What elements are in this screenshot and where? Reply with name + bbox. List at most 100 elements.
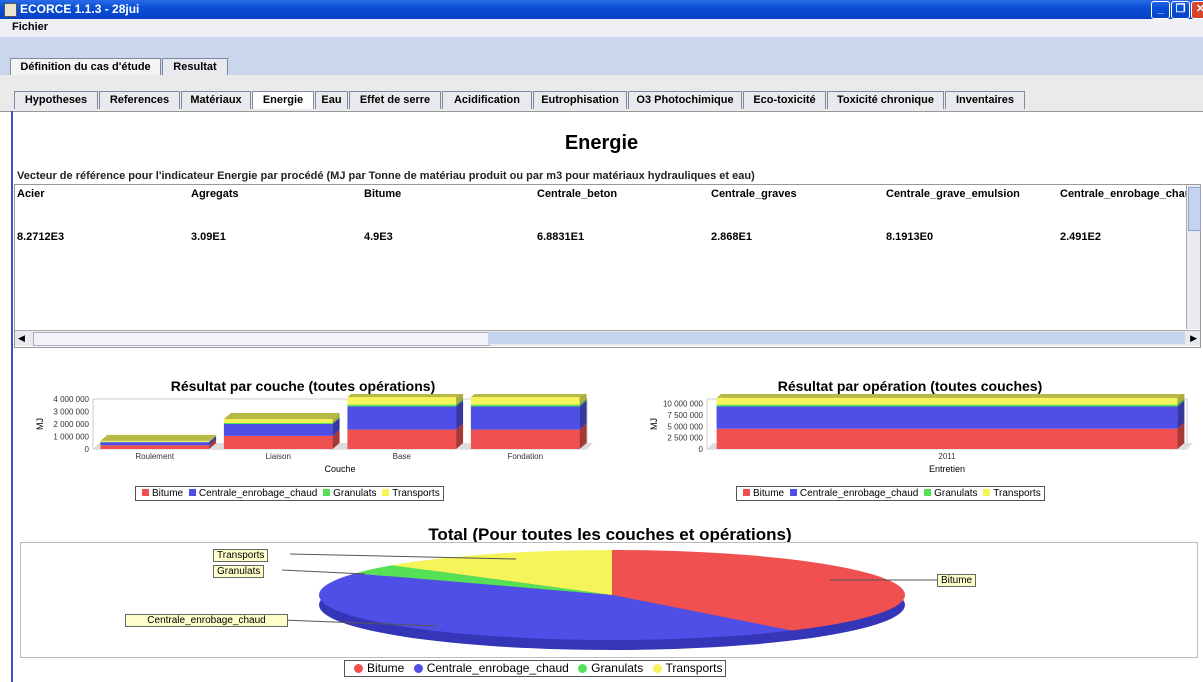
bar-top (223, 413, 340, 419)
legend-swatch (142, 489, 149, 496)
callout-centrale: Centrale_enrobage_chaud (125, 614, 288, 627)
tab-materiaux[interactable]: Matériaux (181, 91, 251, 109)
table-cell[interactable]: 2.868E1 (711, 231, 752, 243)
bar-top (470, 394, 584, 398)
left-border (11, 111, 13, 682)
tab-eco-toxicite[interactable]: Eco-toxicité (743, 91, 826, 109)
legend-swatch (578, 664, 588, 673)
legend-label: Transports (993, 488, 1041, 499)
tab-eutrophisation[interactable]: Eutrophisation (533, 91, 627, 109)
y-tick-label: 0 (85, 445, 90, 454)
bar-segment (223, 419, 333, 423)
reference-table[interactable]: Acier Agregats Bitume Centrale_beton Cen… (14, 184, 1201, 348)
bar-segment (716, 406, 1178, 429)
chart-operation: 10 000 000 7 500 000 5 000 000 2 500 000 0 MJ… (649, 394, 1193, 474)
x-tick-label: Fondation (507, 452, 543, 461)
legend-label: Granulats (591, 661, 644, 675)
table-cell[interactable]: 8.2712E3 (17, 231, 64, 243)
table-cell[interactable]: 3.09E1 (191, 231, 226, 243)
x-tick-label: Base (393, 452, 412, 461)
callout-granulats: Granulats (213, 565, 265, 578)
menu-bar: Fichier (0, 19, 1203, 37)
vertical-scrollbar[interactable] (1186, 185, 1201, 329)
indicator-tabs: Hypotheses References Matériaux Energie … (0, 75, 1203, 112)
column-header: Centrale_grave_emulsion (886, 188, 1020, 200)
table-cell[interactable]: 4.9E3 (364, 231, 393, 243)
chart-title-operation: Résultat par opération (toutes couches) (777, 378, 1043, 394)
tab-eau[interactable]: Eau (315, 91, 348, 109)
bar-segment (223, 423, 333, 424)
legend-operation: Bitume Centrale_enrobage_chaud Granulats… (736, 486, 1045, 501)
window-title-bar: ECORCE 1.1.3 - 28jui _ ❐ ✕ (0, 0, 1203, 19)
bar-segment (470, 429, 580, 449)
scroll-thumb[interactable] (33, 332, 490, 346)
tab-resultat[interactable]: Resultat (162, 58, 228, 76)
legend-swatch (382, 489, 390, 496)
tab-toxicite-chronique[interactable]: Toxicité chronique (827, 91, 944, 109)
close-icon[interactable]: ✕ (1191, 1, 1203, 19)
scroll-left-icon[interactable]: ◀ (18, 333, 25, 344)
legend-label: Bitume (367, 661, 405, 675)
table-cell[interactable]: 6.8831E1 (537, 231, 584, 243)
legend-label: Bitume (152, 488, 184, 499)
chart-title-couche: Résultat par couche (toutes opérations) (170, 378, 436, 394)
legend-label: Centrale_enrobage_chaud (198, 488, 318, 499)
tab-o3-photochimique[interactable]: O3 Photochimique (628, 91, 742, 109)
table-cell[interactable]: 8.1913E0 (886, 231, 933, 243)
bar-segment (347, 429, 457, 449)
tab-energie[interactable]: Energie (252, 91, 314, 109)
table-cell[interactable]: 2.491E2 (1060, 231, 1101, 243)
column-header: Centrale_beton (537, 188, 618, 200)
legend-swatch (789, 489, 797, 496)
bar-segment (100, 445, 210, 449)
bar-top (716, 394, 1182, 398)
tab-hypotheses[interactable]: Hypotheses (14, 91, 98, 109)
app-icon (4, 3, 17, 17)
y-tick-label: 3 000 000 (53, 408, 89, 417)
scroll-thumb[interactable] (1188, 187, 1201, 231)
bar-segment (716, 404, 1178, 407)
callout-transports: Transports (213, 549, 269, 562)
bar-segment (470, 404, 580, 407)
column-header: Centrale_graves (711, 188, 797, 200)
legend-swatch (323, 489, 331, 496)
leader-line (281, 569, 366, 575)
legend-label: Bitume (753, 488, 785, 499)
legend-label: Centrale_enrobage_chaud (426, 661, 569, 675)
legend-couche: Bitume Centrale_enrobage_chaud Granulats… (135, 486, 444, 501)
y-tick-label: 7 500 000 (667, 411, 703, 420)
y-tick-label: 0 (699, 445, 704, 454)
main-tabs: Définition du cas d'étude Resultat (0, 37, 1203, 76)
tab-definition[interactable]: Définition du cas d'étude (10, 58, 161, 76)
tab-acidification[interactable]: Acidification (442, 91, 532, 109)
x-axis-label: Entretien (929, 464, 965, 474)
legend-label: Centrale_enrobage_chaud (799, 488, 919, 499)
y-axis-label: MJ (649, 418, 659, 430)
chart-total (281, 550, 937, 650)
legend-swatch (188, 489, 196, 496)
scroll-right-icon[interactable]: ▶ (1190, 333, 1197, 344)
bar-segment (347, 397, 457, 405)
x-tick-label: 2011 (938, 452, 956, 461)
x-tick-label: Roulement (135, 452, 174, 461)
minimize-icon[interactable]: _ (1151, 1, 1170, 19)
tab-effet-de-serre[interactable]: Effet de serre (349, 91, 441, 109)
scroll-track[interactable] (488, 332, 1185, 344)
menu-fichier[interactable]: Fichier (12, 21, 48, 33)
bar-top (100, 434, 217, 441)
bar-segment (100, 440, 210, 442)
tab-references[interactable]: References (99, 91, 180, 109)
y-tick-label: 2 500 000 (667, 434, 703, 443)
legend-swatch (413, 664, 423, 673)
legend-swatch (983, 489, 991, 496)
bar-segment (100, 442, 210, 446)
restore-icon[interactable]: ❐ (1171, 1, 1190, 19)
bar-top (347, 394, 460, 398)
column-header: Centrale_enrobage_chau (1060, 188, 1186, 200)
bar-segment (223, 435, 333, 449)
legend-total: Bitume Centrale_enrobage_chaud Granulats… (344, 660, 727, 677)
bar-segment (347, 406, 457, 430)
bar-segment (223, 424, 333, 436)
tab-inventaires[interactable]: Inventaires (945, 91, 1025, 109)
horizontal-scrollbar[interactable]: ◀ ▶ (15, 330, 1200, 346)
